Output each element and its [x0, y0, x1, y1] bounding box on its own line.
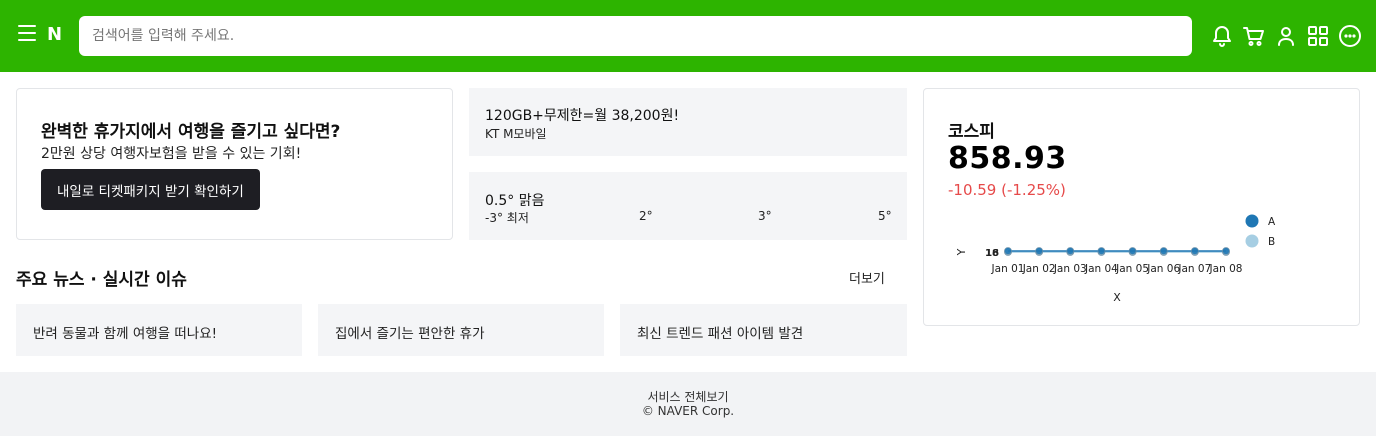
stock-change: -10.59 (-1.25%) [948, 181, 1066, 199]
y-axis-label: Y [955, 248, 968, 256]
news-item[interactable]: 집에서 즐기는 편안한 휴가 [318, 304, 604, 356]
footer-copyright: © NAVER Corp. [641, 404, 735, 418]
ad-title: 120GB+무제한=월 38,200원! [485, 108, 680, 124]
stock-chart: Y 1618Jan 01Jan 02Jan 03Jan 04Jan 05Jan 0… [955, 214, 1276, 304]
weather-temp: 3° [758, 209, 772, 223]
data-point [1190, 247, 1199, 255]
stock-card[interactable]: 코스피 858.93 -10.59 (-1.25%) Y 16 18 Jan 01 Ja… [923, 88, 1360, 326]
data-point [1128, 247, 1137, 255]
legend-swatch [1245, 234, 1259, 248]
header-icons [1206, 22, 1366, 50]
news-more-link[interactable]: 더보기 [849, 268, 885, 287]
user-icon[interactable] [1270, 22, 1302, 50]
promo-card: 완벽한 휴가지에서 여행을 즐기고 싶다면? 2만원 상당 여행자보험을 받을 … [16, 88, 453, 240]
x-tick-label: Jan 05 [1115, 263, 1149, 275]
data-point [1222, 247, 1230, 255]
ad-card[interactable]: 120GB+무제한=월 38,200원! KT M모바일 [469, 88, 907, 156]
promo-button[interactable]: 내일로 티켓패키지 받기 확인하기 [41, 169, 260, 210]
news-item[interactable]: 반려 동물과 함께 여행을 떠나요! [16, 304, 302, 356]
x-tick-label: Jan 07 [1177, 263, 1211, 275]
weather-card[interactable]: 0.5° 맑음 -3° 최저 2° 3° 5° [469, 172, 907, 240]
data-point [1159, 247, 1168, 255]
legend-swatch [1245, 214, 1259, 228]
search-box[interactable] [79, 16, 1192, 56]
data-point [1097, 247, 1106, 255]
footer-service-link[interactable]: 서비스 전체보기 [0, 388, 1376, 405]
news-item-label: 집에서 즐기는 편안한 휴가 [335, 326, 485, 342]
more-icon[interactable] [1334, 22, 1366, 50]
naver-logo[interactable]: N [47, 24, 62, 46]
x-tick-label: Jan 06 [1146, 263, 1180, 275]
stock-name: 코스피 [948, 122, 995, 142]
footer: 서비스 전체보기 © NAVER Corp. [0, 372, 1376, 436]
news-section-title: 주요 뉴스 · 실시간 이슈 [16, 270, 187, 290]
bell-icon[interactable] [1206, 22, 1238, 50]
data-point [1004, 247, 1012, 255]
weather-temp: 2° [639, 209, 653, 223]
news-item-label: 최신 트렌드 패션 아이템 발견 [637, 326, 804, 342]
data-point [1066, 247, 1075, 255]
x-tick-label: Jan 03 [1053, 263, 1087, 275]
x-tick-label: Jan 08 [1209, 263, 1243, 275]
x-tick-label: Jan 01 [991, 263, 1025, 275]
weather-min: -3° 최저 [485, 211, 529, 225]
x-tick-label: Jan 02 [1022, 263, 1056, 275]
search-input[interactable] [79, 16, 1192, 56]
x-tick-label: Jan 04 [1084, 263, 1118, 275]
legend-label: A [1268, 216, 1276, 228]
stock-value: 858.93 [948, 141, 1067, 176]
menu-icon[interactable] [18, 25, 38, 45]
grid-icon[interactable] [1302, 22, 1334, 50]
promo-subtitle: 2만원 상당 여행자보험을 받을 수 있는 기회! [41, 146, 302, 162]
y-tick-label: 18 [985, 248, 999, 259]
cart-icon[interactable] [1238, 22, 1270, 50]
weather-temp: 5° [878, 209, 892, 223]
news-item-label: 반려 동물과 함께 여행을 떠나요! [33, 326, 218, 342]
top-bar: N [0, 0, 1376, 72]
promo-title: 완벽한 휴가지에서 여행을 즐기고 싶다면? [41, 122, 341, 142]
weather-current: 0.5° 맑음 [485, 193, 545, 209]
news-item[interactable]: 최신 트렌드 패션 아이템 발견 [620, 304, 907, 356]
x-axis-label: X [1113, 291, 1121, 304]
ad-subtitle: KT M모바일 [485, 127, 547, 141]
legend-label: B [1268, 236, 1275, 248]
data-point [1035, 247, 1044, 255]
